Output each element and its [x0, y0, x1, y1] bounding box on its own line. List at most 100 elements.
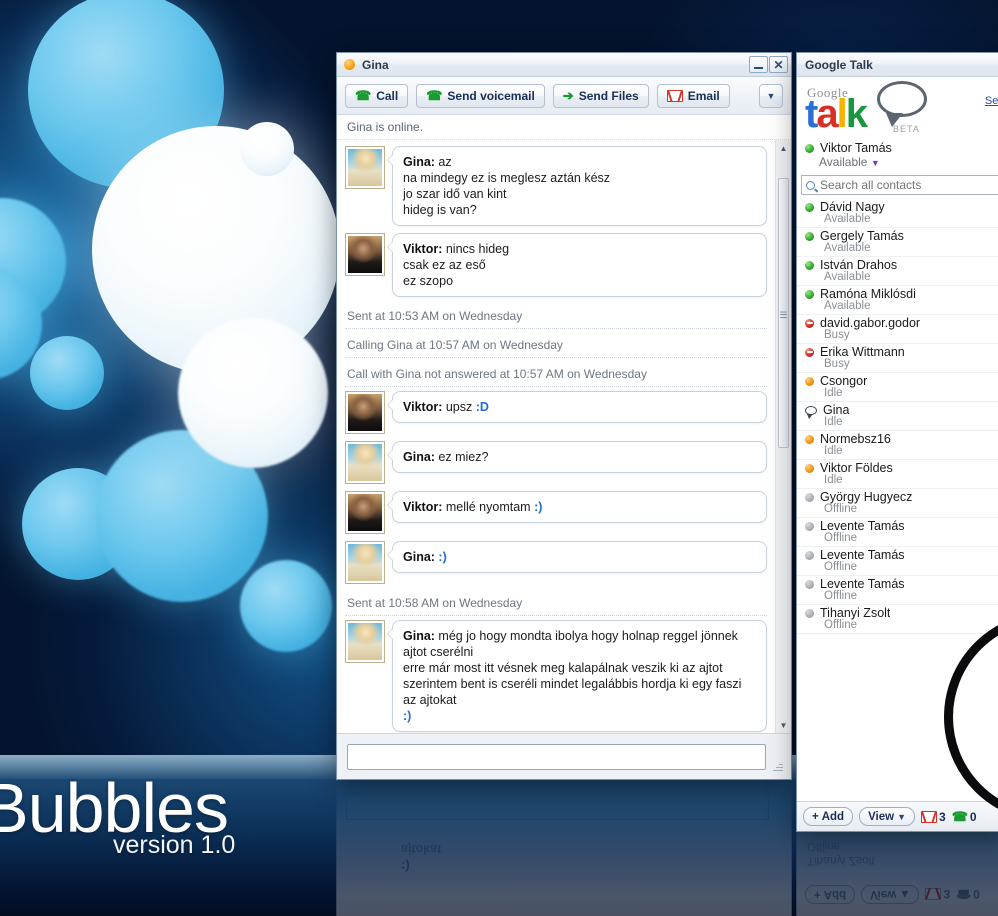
scroll-down-arrow[interactable]: ▼ [776, 717, 791, 733]
message-sender: Gina: [403, 629, 439, 643]
message-sender: Gina: [403, 450, 439, 464]
idle-status-icon [805, 434, 814, 444]
message-sender: Gina: [403, 550, 439, 564]
emoticon: :) [534, 500, 543, 514]
gmail-icon [666, 89, 683, 102]
emoticon: :D [475, 400, 489, 414]
contact-list-item[interactable]: Ramóna Miklósdi Available [797, 286, 998, 315]
call-button[interactable]: ☎ Call [345, 83, 409, 108]
chat-titlebar[interactable]: Gina ✕ [337, 53, 791, 77]
contact-name: Erika Wittmann [820, 345, 905, 359]
toolbar-overflow-button[interactable]: ▼ [759, 83, 783, 108]
contact-list-item[interactable]: Levente Tamás Offline [797, 576, 998, 605]
contact-name: Tihanyi Zsolt [820, 606, 891, 620]
avatar [345, 491, 385, 534]
available-status-icon [805, 143, 814, 153]
contact-list-item[interactable]: Csongor Idle [797, 373, 998, 402]
gtalk-bottom-bar[interactable]: + Add View ▼ 3 ☎ 0 [797, 801, 998, 831]
message-row: Viktor: mellé nyomtam :) [345, 491, 767, 534]
my-presence-row[interactable]: Viktor Tamás [797, 137, 998, 155]
contact-status: Idle [824, 445, 843, 457]
system-message: Call with Gina not answered at 10:57 AM … [345, 362, 767, 387]
contact-list-item[interactable]: István Drahos Available [797, 257, 998, 286]
resize-grip-icon[interactable] [769, 757, 783, 771]
contact-status: Offline [824, 561, 858, 573]
my-status-row[interactable]: Available ▼ [797, 155, 998, 175]
contact-list-item[interactable]: Gergely Tamás Available [797, 228, 998, 257]
message-sender: Viktor: [403, 400, 446, 414]
call-count: 0 [969, 809, 977, 824]
chat-toolbar[interactable]: ☎ Call ☎ Send voicemail ➔ Send Files Ema… [337, 77, 791, 115]
search-contacts-box[interactable] [801, 175, 998, 195]
message-input[interactable] [347, 743, 766, 770]
chat-scrollbar[interactable]: ▲ ☰ ▼ [775, 140, 791, 733]
logo-letter-t: t [805, 92, 818, 136]
busy-status-icon [805, 347, 814, 357]
contact-status: Idle [824, 387, 843, 399]
offline-status-icon [805, 579, 814, 589]
contact-name-row: Levente Tamás [805, 519, 998, 533]
contact-name: Viktor Földes [820, 461, 893, 475]
contact-list-item[interactable]: György Hugyecz Offline [797, 489, 998, 518]
busy-status-icon [805, 318, 814, 328]
contact-status: Available [824, 242, 871, 254]
contact-list-item[interactable]: Levente Tamás Offline [797, 547, 998, 576]
plus-icon: + [812, 810, 819, 823]
avatar-image [348, 494, 382, 531]
contact-status: Idle [824, 416, 843, 428]
view-button[interactable]: View ▼ [859, 807, 915, 826]
gtalk-titlebar[interactable]: Google Talk [797, 53, 998, 77]
bubble-decoration [178, 318, 328, 468]
avatar [345, 620, 385, 663]
contact-list-item[interactable]: Viktor Földes Idle [797, 460, 998, 489]
contact-list[interactable]: Dávid Nagy Available Gergely Tamás Availabl… [797, 199, 998, 801]
message-row: Viktor: upsz :D [345, 391, 767, 434]
contact-name: Normebsz16 [820, 432, 891, 446]
google-talk-window[interactable]: Google Talk Settin Google talk BETA Vikt… [796, 52, 998, 832]
google-talk-logo: Google talk BETA [805, 81, 998, 137]
offline-status-icon [805, 608, 814, 618]
message-line: szerintem bent is cseréli mindet legaláb… [403, 677, 742, 707]
contact-list-item[interactable]: david.gabor.godor Busy [797, 315, 998, 344]
avatar-image [348, 394, 382, 431]
missed-call-counter[interactable]: ☎ 0 [952, 810, 977, 824]
scroll-up-arrow[interactable]: ▲ [776, 140, 791, 156]
logo-letter-a: a [816, 92, 838, 136]
avatar-image [348, 544, 382, 581]
send-files-button[interactable]: ➔ Send Files [552, 83, 649, 108]
phone-icon: ☎ [951, 809, 968, 824]
contact-list-item[interactable]: Normebsz16 Idle [797, 431, 998, 460]
contact-list-item[interactable]: Gina Idle [797, 402, 998, 431]
add-label: Add [821, 810, 845, 823]
contact-list-item[interactable]: Tihanyi Zsolt Offline [797, 605, 998, 634]
search-input[interactable] [818, 177, 998, 193]
close-button[interactable]: ✕ [769, 56, 788, 73]
chat-window[interactable]: Gina ✕ ☎ Call ☎ Send voicemail ➔ Send Fi… [336, 52, 792, 780]
message-bubble: Gina: még jo hogy mondta ibolya hogy hol… [387, 620, 767, 732]
avatar [345, 391, 385, 434]
email-label: Email [687, 88, 720, 103]
message-line: Viktor: nincs hideg [403, 242, 510, 256]
contact-status-line: Gina is online. [337, 115, 791, 140]
chat-input-area[interactable] [337, 733, 791, 779]
contact-status: Available [824, 271, 871, 283]
emoticon: :) [438, 550, 447, 564]
add-contact-button[interactable]: + Add [803, 807, 854, 826]
window-controls[interactable]: ✕ [749, 56, 788, 73]
chevron-down-icon[interactable]: ▼ [871, 158, 880, 168]
minimize-button[interactable] [749, 56, 768, 73]
contact-list-item[interactable]: Levente Tamás Offline [797, 518, 998, 547]
wallpaper-version: version 1.0 [113, 831, 236, 859]
contact-name: Csongor [820, 374, 868, 388]
email-button[interactable]: Email [656, 83, 730, 108]
send-voicemail-button[interactable]: ☎ Send voicemail [416, 83, 545, 108]
send-files-icon: ➔ [562, 88, 574, 103]
contact-list-item[interactable]: Erika Wittmann Busy [797, 344, 998, 373]
unread-mail-counter[interactable]: 3 [921, 810, 946, 824]
contact-name-row: Csongor [805, 374, 998, 388]
my-status-label: Available [819, 155, 868, 169]
avatar [345, 541, 385, 584]
contact-status: Busy [824, 358, 850, 370]
message-line: :) [403, 708, 756, 724]
contact-list-item[interactable]: Dávid Nagy Available [797, 199, 998, 228]
